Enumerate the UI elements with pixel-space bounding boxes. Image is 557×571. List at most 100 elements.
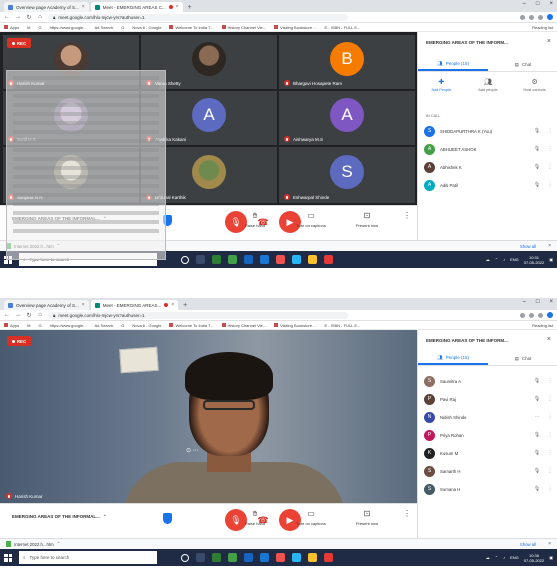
add-group-button[interactable]: 👥︎ Add people — [468, 78, 508, 92]
bookmark-item[interactable]: Welcome To India T... — [169, 25, 214, 30]
list-item[interactable]: N Nidish Shinde ⋯ ⋮ — [424, 408, 554, 426]
task-view-icon[interactable] — [196, 553, 205, 562]
close-icon[interactable]: × — [547, 336, 551, 343]
close-icon[interactable]: × — [82, 4, 85, 10]
add-people-button[interactable]: ✚ Add People — [421, 78, 461, 92]
more-options-icon[interactable]: ⋮ — [546, 128, 554, 134]
floating-document-overlay[interactable] — [6, 70, 166, 260]
list-item[interactable]: A Abhishek K 🎙︎ ⋮ — [424, 158, 554, 176]
taskbar-search[interactable]: ⌕Type here to search — [19, 551, 157, 564]
list-item[interactable]: A Aditi Patil 🎙︎ ⋮ — [424, 176, 554, 194]
cortana-icon[interactable] — [181, 553, 189, 562]
maximize-icon[interactable]: □ — [536, 1, 540, 7]
profile-avatar[interactable] — [547, 14, 553, 20]
bookmark-item[interactable]: Welcome To India T... — [169, 323, 214, 328]
bookmark-item[interactable]: Apps — [4, 323, 19, 328]
more-options-icon[interactable]: ⋮ — [546, 182, 554, 188]
bookmark-item[interactable]: E - ISBN - FULL E... — [325, 25, 361, 30]
volume-icon[interactable]: ♪ — [503, 257, 505, 262]
list-item[interactable]: S SHIDDAPURTHRA K (You) 🎙︎ ⋮ — [424, 122, 554, 140]
shield-icon[interactable] — [163, 513, 172, 524]
close-icon[interactable]: × — [171, 302, 174, 308]
bookmark-item[interactable]: Visiting Bookstore ... — [274, 323, 317, 328]
clock[interactable]: 10:36 07-05-2022 — [524, 553, 544, 563]
participant-tile[interactable]: B Bhargavi Hosapete Ram — [279, 35, 415, 89]
bookmark-item[interactable]: Nova 6 - Google — [132, 323, 161, 328]
back-icon[interactable]: ← — [4, 312, 10, 318]
more-options-icon[interactable]: ⋮ — [546, 450, 554, 456]
present-now-button[interactable]: ⊡ Present now — [347, 211, 387, 228]
bookmark-item[interactable]: https://www.google... — [50, 323, 87, 328]
task-view-icon[interactable] — [196, 255, 205, 264]
word-icon[interactable] — [244, 553, 253, 562]
list-item[interactable]: K Kusum M 🎙︎ ⋮ — [424, 444, 554, 462]
bookmark-item[interactable]: https://www.google... — [50, 25, 87, 30]
app-icon[interactable] — [324, 255, 333, 264]
bookmark-item[interactable]: Nova 6 - Google — [132, 25, 161, 30]
new-tab-button[interactable]: + — [188, 4, 192, 11]
reload-icon[interactable]: ↻ — [26, 312, 32, 319]
app-icon[interactable] — [276, 255, 285, 264]
bookmark-item[interactable]: G — [121, 25, 124, 30]
tab-people[interactable]: 👥︎ People (15) — [418, 352, 488, 365]
minimize-icon[interactable]: – — [523, 299, 526, 305]
more-options-icon[interactable]: ⋮ — [546, 432, 554, 438]
more-options-icon[interactable]: ⋮ — [546, 164, 554, 170]
close-window-icon[interactable]: × — [549, 1, 553, 7]
close-icon[interactable]: × — [547, 38, 551, 45]
close-icon[interactable]: × — [82, 302, 85, 308]
mail-icon[interactable] — [260, 255, 269, 264]
participant-tile[interactable]: A Aishwarya M.S — [279, 91, 415, 145]
browser-tab-meet[interactable]: Meet - EMERGING AREAS C... × — [90, 2, 183, 12]
bookmark-item[interactable]: G — [121, 323, 124, 328]
home-icon[interactable]: ⌂ — [37, 14, 43, 20]
forward-icon[interactable]: → — [15, 312, 21, 318]
chrome-icon[interactable] — [308, 553, 317, 562]
word-icon[interactable] — [244, 255, 253, 264]
extension-icon[interactable] — [529, 312, 534, 318]
captions-button[interactable]: ▭ Turn on captions — [291, 509, 331, 526]
edge-icon[interactable] — [292, 553, 301, 562]
list-item[interactable]: S Saumitra A 🎙︎ ⋮ — [424, 372, 554, 390]
more-options-icon[interactable]: ⋮ — [546, 378, 554, 384]
maximize-icon[interactable]: □ — [536, 299, 540, 305]
windows-start-icon[interactable] — [4, 553, 12, 562]
app-icon[interactable] — [228, 255, 237, 264]
more-options-icon[interactable]: ⋮ — [546, 146, 554, 152]
network-icon[interactable]: ⌃ — [495, 257, 498, 262]
participant-tile[interactable]: S Eshwarpal Shinde — [279, 147, 415, 203]
app-icon[interactable] — [324, 553, 333, 562]
language-indicator[interactable]: ENG — [510, 555, 519, 560]
clock[interactable]: 10:31 07-05-2022 — [524, 255, 544, 265]
browser-tab-overview[interactable]: Overview page Academy of S... × — [4, 300, 89, 310]
more-options-icon[interactable]: ⋮ — [546, 468, 554, 474]
close-window-icon[interactable]: × — [549, 299, 553, 305]
show-all-link[interactable]: Show all — [520, 542, 536, 547]
bookmark-item[interactable]: M — [27, 25, 30, 30]
more-options-icon[interactable]: ⋮ — [546, 414, 554, 420]
network-icon[interactable]: ⌃ — [495, 555, 498, 560]
url-field[interactable]: 🔒︎ meet.google.com/hlo-mjcw-yrs?authuser… — [48, 13, 348, 21]
home-icon[interactable]: ⌂ — [37, 312, 43, 318]
extension-icon[interactable] — [538, 14, 543, 20]
minimize-icon[interactable]: – — [523, 1, 526, 7]
extension-icon[interactable] — [520, 14, 525, 20]
raise-hand-button[interactable]: ✋︎ Raise hand — [235, 509, 275, 526]
meeting-title[interactable]: EMERGING AREAS OF THE INFORMAL...⌃ — [12, 514, 107, 520]
bookmark-item[interactable]: G — [38, 323, 41, 328]
speaker-video[interactable]: ⊙ ⋯ Harish Kumar — [0, 330, 417, 503]
bookmark-item[interactable]: Ad Search — [95, 323, 114, 328]
url-field[interactable]: 🔒︎ meet.google.com/hlo-mjcw-yrs?authuser… — [48, 311, 348, 319]
reading-list[interactable]: Reading list — [532, 323, 553, 328]
excel-icon[interactable] — [212, 255, 221, 264]
list-item[interactable]: S Samarth H 🎙︎ ⋮ — [424, 462, 554, 480]
cortana-icon[interactable] — [181, 255, 189, 264]
bookmark-item[interactable]: G — [38, 25, 41, 30]
new-tab-button[interactable]: + — [183, 302, 187, 309]
browser-tab-meet[interactable]: Meet - EMERGING AREAS... × — [90, 300, 179, 310]
bookmark-item[interactable]: Visiting Bookstore ... — [274, 25, 317, 30]
app-icon[interactable] — [228, 553, 237, 562]
notifications-icon[interactable]: ▣ — [549, 555, 553, 560]
tab-people[interactable]: 👥︎ People (15) — [418, 58, 488, 71]
profile-avatar[interactable] — [547, 312, 553, 318]
